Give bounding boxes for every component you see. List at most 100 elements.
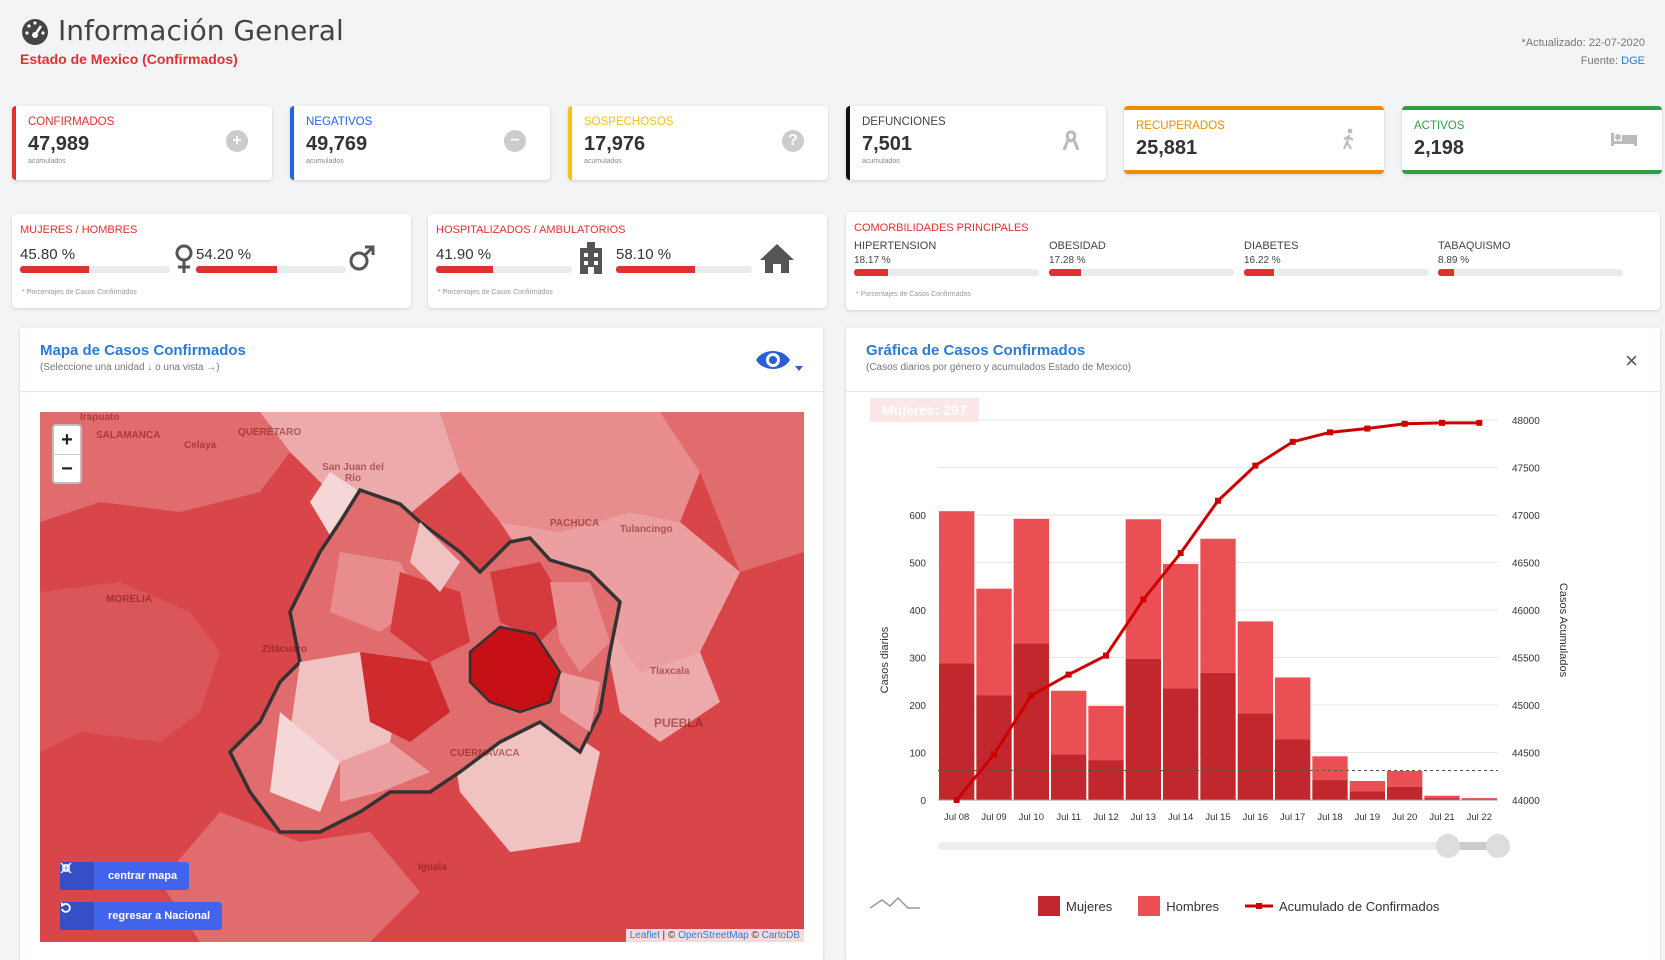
cumulative-point — [1252, 462, 1259, 469]
cumulative-point — [1177, 550, 1184, 556]
map-label-celaya: Celaya — [184, 440, 217, 451]
dashboard-gauge-icon — [22, 18, 48, 45]
home-icon — [760, 244, 794, 273]
women-pct-value: 45.80 % — [20, 246, 76, 263]
gender-note: * Porcentajes de Casos Confirmados — [22, 289, 137, 296]
zoom-in-button[interactable]: + — [54, 426, 80, 454]
legend-item-acumulado[interactable]: Acumulado de Confirmados — [1245, 899, 1439, 914]
y2-tick-label: 44500 — [1512, 749, 1540, 760]
comorbidity-obesidad: OBESIDAD 17.28 % — [1049, 240, 1234, 276]
bar-mujeres — [1051, 754, 1087, 800]
chart-panel-header: Gráfica de Casos Confirmados (Casos diar… — [846, 328, 1660, 392]
cumulative-point — [1364, 425, 1371, 432]
cumulative-point — [1476, 419, 1483, 426]
cumulative-point — [1140, 596, 1147, 603]
men-pct-bar-fill — [196, 266, 278, 273]
x-tick-label: Jul 21 — [1429, 812, 1454, 823]
comorbidity-pct: 17.28 % — [1049, 255, 1086, 266]
legend-line-swatch — [1245, 903, 1273, 909]
stat-label: CONFIRMADOS — [28, 116, 115, 128]
back-to-national-button[interactable]: regresar a Nacional — [60, 902, 223, 930]
bar-hombres — [976, 588, 1012, 696]
bar-hombres — [939, 511, 975, 664]
stat-sublabel: acumulados — [584, 158, 622, 165]
women-pct-bar — [20, 266, 170, 273]
zoom-out-button[interactable]: − — [54, 454, 80, 482]
bar-hombres — [1163, 563, 1199, 689]
range-navigator-track — [938, 842, 1498, 850]
hospital-heading: HOSPITALIZADOS / AMBULATORIOS — [436, 224, 626, 236]
cumulative-point — [1401, 420, 1408, 427]
cartodb-link[interactable]: CartoDB — [762, 930, 800, 941]
view-selector[interactable] — [755, 348, 803, 372]
eye-icon[interactable] — [755, 348, 791, 372]
stat-label: NEGATIVOS — [306, 116, 373, 128]
bar-mujeres — [1237, 713, 1273, 800]
men-pct-value: 54.20 % — [196, 246, 252, 263]
x-tick-label: Jul 11 — [1056, 812, 1081, 823]
source-link[interactable]: DGE — [1621, 55, 1645, 67]
cases-chart[interactable]: 44000 44500 45000 45500 46000 46500 47000 47500… — [846, 392, 1660, 960]
legend-item-hombres[interactable]: Hombres — [1138, 896, 1219, 916]
bar-hombres — [1125, 519, 1161, 659]
legend-item-mujeres[interactable]: Mujeres — [1038, 896, 1112, 916]
cumulative-point — [1439, 419, 1445, 426]
bar-hombres — [1013, 518, 1049, 644]
bar-mujeres — [1312, 780, 1348, 800]
cumulative-point — [1327, 429, 1333, 436]
y2-tick-label: 47000 — [1512, 511, 1540, 522]
page-subtitle: Estado de Mexico (Confirmados) — [20, 51, 238, 67]
caret-down-icon[interactable] — [795, 366, 803, 372]
women-pct-bar-fill — [20, 266, 89, 273]
y-tick-label: 300 — [909, 654, 926, 665]
comorbidity-name: DIABETES — [1244, 240, 1299, 252]
ribbon-icon — [1060, 130, 1082, 152]
cumulative-point — [953, 797, 960, 803]
y-tick-label: 0 — [920, 796, 926, 807]
x-tick-label: Jul 14 — [1168, 812, 1193, 823]
comorbidity-diabetes: DIABETES 16.22 % — [1244, 240, 1429, 276]
y-tick-label: 600 — [909, 511, 926, 522]
choropleth-map[interactable]: Irapuato SALAMANCA QUERÉTARO Celaya San … — [40, 412, 804, 942]
bar-mujeres — [1125, 658, 1161, 800]
bar-hombres — [1387, 771, 1423, 787]
hospitalized-pct-bar — [436, 266, 572, 273]
map-label-tlaxcala: Tlaxcala — [650, 666, 690, 677]
hospitalized-pct-value: 41.90 % — [436, 246, 492, 263]
comorbidity-hipertension: HIPERTENSION 18.17 % — [854, 240, 1039, 276]
update-info: *Actualizado: 22-07-2020 Fuente: DGE — [1521, 34, 1645, 70]
map-label-salamanca: SALAMANCA — [96, 430, 161, 441]
walking-person-icon — [1338, 128, 1360, 150]
range-handle-right — [1486, 834, 1510, 858]
men-pct-bar — [196, 266, 346, 273]
stat-card-defunciones: DEFUNCIONES 7,501 acumulados — [846, 106, 1106, 180]
stat-sublabel: acumulados — [306, 158, 344, 165]
bar-hombres — [1424, 795, 1460, 799]
close-icon[interactable]: × — [1625, 348, 1638, 374]
center-map-button[interactable]: centrar mapa — [60, 862, 190, 890]
question-circle-icon: ? — [782, 130, 804, 152]
stat-card-confirmados: CONFIRMADOS 47,989 acumulados + — [12, 106, 272, 180]
map-label-iguala: Iguala — [418, 862, 447, 873]
cumulative-point — [1215, 497, 1221, 504]
y-axis-title: Casos diarios — [879, 626, 891, 693]
attribution-text: | © — [659, 930, 679, 941]
map-panel: Mapa de Casos Confirmados (Seleccione un… — [20, 328, 823, 960]
map-label-san-juan: San Juan del Río — [322, 462, 384, 484]
osm-link[interactable]: OpenStreetMap — [678, 930, 749, 941]
range-handle-left — [1436, 834, 1460, 858]
leaflet-link[interactable]: Leaflet — [630, 930, 660, 941]
comorbidity-bar-fill — [1049, 269, 1081, 276]
hospital-icon — [580, 242, 602, 274]
x-tick-label: Jul 10 — [1019, 812, 1044, 823]
comorbidity-pct: 8.89 % — [1438, 255, 1470, 266]
stat-sublabel: acumulados — [28, 158, 66, 165]
bar-hombres — [1051, 690, 1087, 755]
ambulatory-pct-bar — [616, 266, 752, 273]
map-label-tulancingo: Tulancingo — [620, 524, 673, 535]
center-map-label: centrar mapa — [108, 870, 178, 882]
compress-icon — [60, 862, 94, 890]
female-icon — [175, 244, 193, 273]
chart-panel-subtitle: (Casos diarios por género y acumulados E… — [866, 362, 1132, 373]
x-tick-label: Jul 12 — [1093, 812, 1118, 823]
